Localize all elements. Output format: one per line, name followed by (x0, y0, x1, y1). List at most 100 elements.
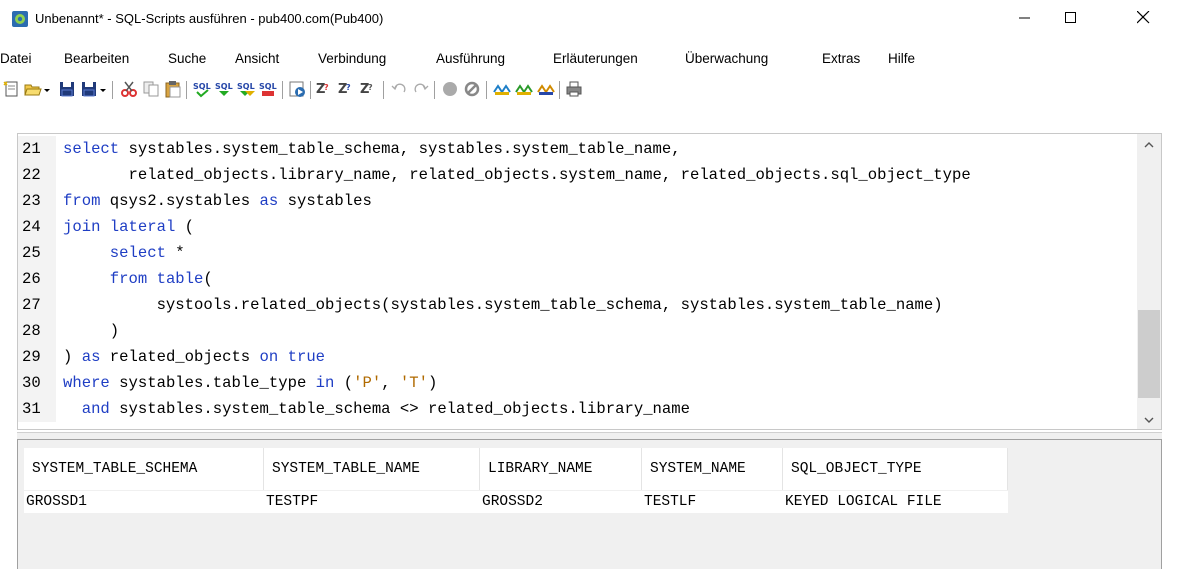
maximize-button[interactable] (1048, 0, 1094, 38)
monitor-yellow-icon[interactable] (537, 80, 555, 98)
code-text: and systables.system_table_schema <> rel… (81, 400, 690, 418)
svg-text:?: ? (346, 83, 351, 92)
new-file-icon[interactable] (2, 80, 20, 98)
open-dropdown-icon[interactable] (43, 80, 53, 98)
cell-system-name[interactable]: TESTLF (642, 491, 783, 513)
editor-vertical-scrollbar[interactable] (1137, 134, 1161, 429)
menu-bar: Datei Bearbeiten Suche Ansicht Verbindun… (0, 48, 1179, 70)
cell-library-name[interactable]: GROSSD2 (480, 491, 642, 513)
menu-hilfe[interactable]: Hilfe (888, 48, 915, 70)
code-line[interactable]: 27 systools.related_objects(systables.sy… (18, 292, 1138, 318)
code-text: systools.related_objects(systables.syste… (63, 296, 943, 314)
open-file-icon[interactable] (24, 80, 42, 98)
cell-system-table-name[interactable]: TESTPF (264, 491, 480, 513)
close-icon (1136, 10, 1150, 27)
menu-verbindung[interactable]: Verbindung (318, 48, 386, 70)
code-text: related_objects.library_name, related_ob… (63, 166, 971, 184)
explain-visual-icon[interactable]: Z? (338, 80, 356, 98)
menu-suche[interactable]: Suche (168, 48, 206, 70)
cancel-icon[interactable] (463, 80, 481, 98)
svg-text:SQL: SQL (259, 82, 277, 91)
window-title: Unbenannt* - SQL-Scripts ausführen - pub… (35, 11, 384, 26)
line-number: 31 (18, 396, 56, 422)
code-text: join lateral ( (63, 218, 195, 236)
code-line[interactable]: 24 join lateral ( (18, 214, 1138, 240)
save-as-icon[interactable] (80, 80, 98, 98)
toolbar-separator (434, 81, 435, 99)
svg-text:?: ? (368, 83, 373, 92)
paste-icon[interactable] (164, 80, 182, 98)
column-header-system-name[interactable]: SYSTEM_NAME (642, 448, 783, 490)
explain-stop-icon[interactable]: Z? (360, 80, 378, 98)
menu-erlaeuterungen[interactable]: Erläuterungen (553, 48, 638, 70)
minimize-button[interactable] (1002, 0, 1048, 38)
scroll-down-button[interactable] (1137, 409, 1161, 429)
line-number: 30 (18, 370, 56, 396)
monitor-icon[interactable] (493, 80, 511, 98)
monitor-green-icon[interactable] (515, 80, 533, 98)
menu-ansicht[interactable]: Ansicht (235, 48, 279, 70)
toolbar-separator (486, 81, 487, 99)
code-line[interactable]: 28 ) (18, 318, 1138, 344)
copy-icon[interactable] (142, 80, 160, 98)
maximize-icon (1065, 11, 1077, 27)
run-script-icon[interactable] (288, 80, 306, 98)
sql-run-all-icon[interactable]: SQL (237, 80, 255, 98)
menu-datei[interactable]: Datei (0, 48, 32, 70)
svg-text:SQL: SQL (193, 82, 211, 91)
line-number: 23 (18, 188, 56, 214)
cut-icon[interactable] (120, 80, 138, 98)
cell-system-table-schema[interactable]: GROSSD1 (24, 491, 264, 513)
pane-splitter[interactable] (17, 432, 1162, 440)
editor-lines: 21 select systables.system_table_schema, … (18, 136, 1138, 422)
save-dropdown-icon[interactable] (99, 80, 109, 98)
code-line[interactable]: 22 related_objects.library_name, related… (18, 162, 1138, 188)
close-button[interactable] (1120, 0, 1166, 38)
code-text: ) as related_objects on true (63, 348, 326, 366)
code-text: from table( (109, 270, 213, 288)
menu-extras[interactable]: Extras (822, 48, 860, 70)
save-icon[interactable] (58, 80, 76, 98)
code-line[interactable]: 21 select systables.system_table_schema, … (18, 136, 1138, 162)
sql-check-icon[interactable]: SQL (193, 80, 211, 98)
line-number: 24 (18, 214, 56, 240)
code-text: where systables.table_type in ('P', 'T') (63, 374, 438, 392)
code-line[interactable]: 23 from qsys2.systables as systables (18, 188, 1138, 214)
sql-run-icon[interactable]: SQL (215, 80, 233, 98)
line-number: 22 (18, 162, 56, 188)
column-header-library-name[interactable]: LIBRARY_NAME (480, 448, 642, 490)
stop-icon[interactable] (441, 80, 459, 98)
menu-bearbeiten[interactable]: Bearbeiten (64, 48, 129, 70)
line-number: 27 (18, 292, 56, 318)
line-number: 21 (18, 136, 56, 162)
code-text: select * (109, 244, 185, 262)
code-line[interactable]: 26 from table( (18, 266, 1138, 292)
code-line[interactable]: 30 where systables.table_type in ('P', 'T… (18, 370, 1138, 396)
toolbar-separator (186, 81, 187, 99)
redo-icon[interactable] (412, 80, 430, 98)
line-number: 29 (18, 344, 56, 370)
undo-icon[interactable] (390, 80, 408, 98)
scroll-up-button[interactable] (1137, 134, 1161, 154)
print-icon[interactable] (565, 80, 583, 98)
explain-icon[interactable]: Z? (316, 80, 334, 98)
chevron-up-icon (1144, 137, 1154, 152)
svg-text:SQL: SQL (215, 82, 233, 91)
column-header-system-table-schema[interactable]: SYSTEM_TABLE_SCHEMA (24, 448, 264, 490)
column-header-system-table-name[interactable]: SYSTEM_TABLE_NAME (264, 448, 480, 490)
code-line[interactable]: 31 and systables.system_table_schema <> … (18, 396, 1138, 422)
sql-editor[interactable]: 21 select systables.system_table_schema, … (17, 133, 1162, 430)
line-number: 28 (18, 318, 56, 344)
code-line[interactable]: 29 ) as related_objects on true (18, 344, 1138, 370)
code-text: from qsys2.systables as systables (63, 192, 372, 210)
toolbar-separator (282, 81, 283, 99)
sql-run-selected-icon[interactable]: SQL (259, 80, 277, 98)
cell-sql-object-type[interactable]: KEYED LOGICAL FILE (783, 491, 1008, 513)
minimize-icon (1019, 12, 1031, 27)
column-header-sql-object-type[interactable]: SQL_OBJECT_TYPE (783, 448, 1008, 490)
line-number: 26 (18, 266, 56, 292)
scrollbar-thumb[interactable] (1138, 310, 1160, 398)
code-line[interactable]: 25 select * (18, 240, 1138, 266)
menu-ausfuehrung[interactable]: Ausführung (436, 48, 505, 70)
menu-ueberwachung[interactable]: Überwachung (685, 48, 768, 70)
